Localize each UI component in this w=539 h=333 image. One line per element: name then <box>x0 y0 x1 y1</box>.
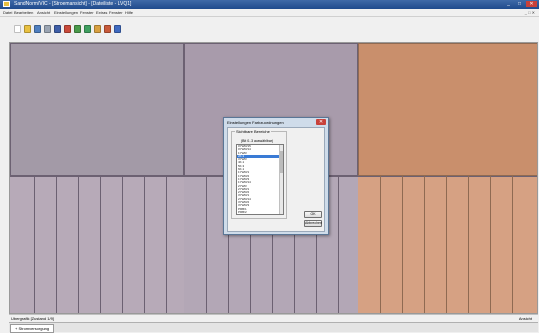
tab-stromversorgung[interactable]: + Stromversorgung <box>10 324 55 333</box>
mdi-controls[interactable]: _ □ ✕ <box>525 10 535 15</box>
menu-item-extras[interactable]: Extras <box>96 10 107 15</box>
strip-divider <box>122 176 123 313</box>
window-title: SandNorm/VIC - [Stroemansicht] - [Dateil… <box>14 1 132 7</box>
area-list[interactable]: 0YWR/15 0YWR/14 1YWR 2K.3 3YWR 4K.1 5K.3 6K.1 1Y… <box>236 144 284 215</box>
strip-divider <box>34 176 35 313</box>
status-bar: Ubergrafik [Zustand 1/9] Ansicht <box>9 314 538 322</box>
ok-button[interactable]: OK <box>304 211 322 218</box>
menu-item-einstellungen[interactable]: Einstellungen <box>54 10 78 15</box>
title-bar: SandNorm/VIC - [Stroemansicht] - [Dateil… <box>0 0 539 9</box>
new-document-icon[interactable] <box>14 25 21 33</box>
dialog-close-button[interactable]: ✕ <box>316 119 326 125</box>
tree-icon[interactable] <box>84 25 91 33</box>
strip-divider <box>206 176 207 313</box>
menu-bar: Datei Bearbeiten Ansicht Einstellungen F… <box>0 9 539 17</box>
menu-item-fenster-2[interactable]: Fenster <box>109 10 123 15</box>
list-scrollbar[interactable] <box>279 145 283 214</box>
strip-divider <box>446 176 447 313</box>
window-controls: _ □ ✕ <box>504 1 537 7</box>
strip-divider <box>512 176 513 313</box>
menu-item-bearbeiten[interactable]: Bearbeiten <box>14 10 33 15</box>
tab-label: Stromversorgung <box>18 326 50 331</box>
import-icon[interactable] <box>34 25 41 33</box>
strip-divider <box>144 176 145 313</box>
strip-divider <box>338 176 339 313</box>
people-icon[interactable] <box>74 25 81 33</box>
visible-areas-group: Sichtbare Bereiche (Bit 0..3 auswählbar)… <box>231 129 287 219</box>
strip-divider <box>468 176 469 313</box>
selection-hint: (Bit 0..3 auswählbar) <box>241 139 274 143</box>
app-icon <box>3 1 10 7</box>
strip-divider <box>78 176 79 313</box>
strip-divider <box>490 176 491 313</box>
close-button[interactable]: ✕ <box>526 1 537 7</box>
dialog-title: Einstellungen Farbzuordnungen <box>227 120 284 125</box>
status-left: Ubergrafik [Zustand 1/9] <box>11 316 54 321</box>
chart-icon[interactable] <box>64 25 71 33</box>
dialog-body: Sichtbare Bereiche (Bit 0..3 auswählbar)… <box>227 127 325 232</box>
strip-area-left[interactable] <box>10 176 184 313</box>
menu-item-hilfe[interactable]: Hilfe <box>125 10 133 15</box>
help-icon[interactable] <box>114 25 121 33</box>
zone-panel-right[interactable] <box>358 43 537 176</box>
print-icon[interactable] <box>44 25 51 33</box>
cancel-button[interactable]: Abbrechen <box>304 220 322 227</box>
settings-icon[interactable] <box>94 25 101 33</box>
zone-panel-left[interactable] <box>10 43 184 176</box>
color-settings-dialog: Einstellungen Farbzuordnungen ✕ Sichtbar… <box>223 117 329 235</box>
strip-divider <box>56 176 57 313</box>
menu-item-datei[interactable]: Datei <box>3 10 12 15</box>
scrollbar-thumb[interactable] <box>280 151 283 173</box>
list-item[interactable]: PRB/3 <box>238 213 247 214</box>
open-folder-icon[interactable] <box>24 25 31 33</box>
minimize-button[interactable]: _ <box>504 1 513 7</box>
menu-item-fenster[interactable]: Fenster <box>80 10 94 15</box>
strip-divider <box>166 176 167 313</box>
strip-divider <box>380 176 381 313</box>
save-icon[interactable] <box>54 25 61 33</box>
export-icon[interactable] <box>104 25 111 33</box>
group-label: Sichtbare Bereiche <box>235 129 271 134</box>
maximize-button[interactable]: □ <box>515 1 524 7</box>
strip-divider <box>424 176 425 313</box>
strip-divider <box>100 176 101 313</box>
strip-area-right[interactable] <box>358 176 537 313</box>
status-right: Ansicht <box>518 316 532 321</box>
strip-divider <box>402 176 403 313</box>
menu-item-ansicht[interactable]: Ansicht <box>37 10 50 15</box>
